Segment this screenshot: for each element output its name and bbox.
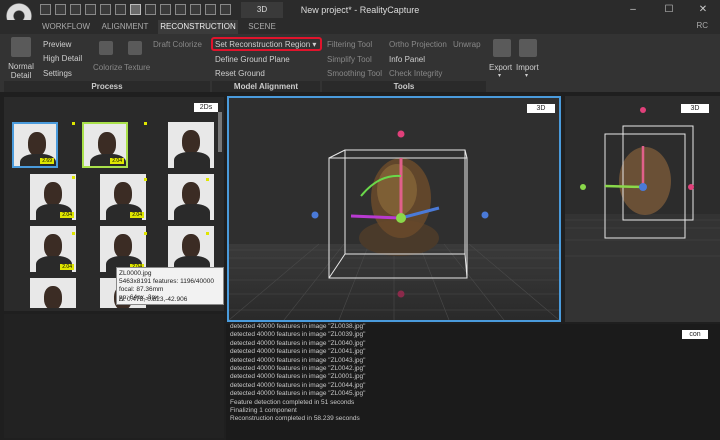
image-thumbnail[interactable]: 2.04: [82, 122, 128, 168]
thumbnail-marker: [144, 178, 147, 181]
console-line: detected 40000 features in image "ZL0039…: [230, 331, 366, 339]
tab-alignment[interactable]: ALIGNMENT: [98, 20, 152, 34]
minimize-icon[interactable]: –: [622, 2, 644, 18]
colorize-icon[interactable]: [99, 41, 113, 55]
region-handle-top[interactable]: [397, 130, 405, 138]
console-line: Reconstruction completed in 58.239 secon…: [230, 415, 360, 423]
thumbnail-label: 2.04: [60, 264, 74, 270]
info-panel-button[interactable]: Info Panel: [389, 55, 425, 64]
image-thumbnail[interactable]: 2.04: [100, 174, 146, 220]
normal-detail-button[interactable]: Normal Detail: [6, 62, 36, 80]
texture-button[interactable]: Texture: [124, 63, 150, 72]
filtering-tool-button[interactable]: Filtering Tool: [327, 40, 372, 49]
tooltip-line2: focal: 87.36mm: [119, 286, 164, 293]
thumbnail-marker: [72, 232, 75, 235]
colorize-button[interactable]: Colorize: [93, 63, 122, 72]
side-handle-left[interactable]: [580, 184, 586, 190]
side-handle-right[interactable]: [688, 184, 694, 190]
import-button[interactable]: Import: [516, 63, 539, 72]
viewport-side-scene[interactable]: [565, 96, 720, 322]
console-line: detected 40000 features in image "ZL0045…: [230, 390, 366, 398]
import-icon[interactable]: [519, 39, 537, 57]
define-ground-plane-button[interactable]: Define Ground Plane: [215, 55, 290, 64]
group-model-alignment: Model Alignment: [212, 81, 320, 92]
tooltip-name: ZL0000.jpg: [119, 270, 152, 277]
thumbnail-label: 2.04: [60, 212, 74, 218]
image-thumbnail[interactable]: 2.04: [100, 226, 146, 272]
check-integrity-button[interactable]: Check Integrity: [389, 69, 442, 78]
draft-colorize-button[interactable]: Draft Colorize: [153, 40, 202, 49]
region-handle-left[interactable]: [311, 211, 319, 219]
normal-detail-icon[interactable]: [11, 37, 31, 57]
texture-icon[interactable]: [128, 41, 142, 55]
viewport-3d-scene[interactable]: [229, 98, 559, 320]
image-thumbnail[interactable]: 2.04: [30, 226, 76, 272]
tooltip-line4: Δ: 0.478,-0.823,-42.906: [119, 296, 188, 303]
console-line: detected 40000 features in image "ZL0041…: [230, 348, 366, 356]
side-handle-top[interactable]: [640, 107, 646, 113]
thumbnail-marker: [72, 176, 75, 179]
smoothing-tool-button[interactable]: Smoothing Tool: [327, 69, 382, 78]
title-bar: 3D New project* - RealityCapture – ☐ ✕: [0, 0, 720, 29]
image-thumbnail[interactable]: 2.04: [30, 174, 76, 220]
import-dropdown-icon[interactable]: ▾: [525, 72, 528, 79]
window-title: New project* - RealityCapture: [300, 5, 420, 15]
console-line: detected 40000 features in image "ZL0042…: [230, 365, 366, 373]
console-line: Finalizing 1 component: [230, 407, 297, 415]
thumbnail-label: 2.04: [130, 212, 144, 218]
console-line: detected 40000 features in image "ZL0040…: [230, 339, 366, 347]
group-process: Process: [4, 81, 210, 92]
export-button[interactable]: Export: [489, 63, 512, 72]
user-initials: RC: [696, 21, 708, 30]
console-line: detected 40000 features in image "ZL0044…: [230, 381, 366, 389]
thumbnail-marker: [144, 122, 147, 125]
tab-scene[interactable]: SCENE: [243, 20, 281, 34]
app-window: 3D New project* - RealityCapture – ☐ ✕ W…: [0, 0, 720, 440]
ribbon-tabs: WORKFLOW ALIGNMENT RECONSTRUCTION SCENE: [0, 20, 720, 34]
settings-button[interactable]: Settings: [43, 69, 72, 78]
tab-reconstruction[interactable]: RECONSTRUCTION: [158, 20, 238, 34]
export-icon[interactable]: [493, 39, 511, 57]
unwrap-button[interactable]: Unwrap: [453, 40, 481, 49]
viewport-3d-side[interactable]: 3D: [565, 96, 720, 322]
image-thumbnail[interactable]: [168, 122, 214, 168]
console-line: detected 40000 features in image "ZL0038…: [230, 323, 366, 330]
region-handle-right[interactable]: [481, 211, 489, 219]
image-thumbnail[interactable]: 2.69: [12, 122, 58, 168]
console-panel: con detected 40000 features in image "ZL…: [226, 323, 720, 440]
viewport-3d-main[interactable]: 3D: [227, 96, 561, 322]
thumbnail-label: 2.04: [110, 158, 124, 164]
thumbnail-marker: [206, 232, 209, 235]
group-tools: Tools: [322, 81, 486, 92]
ortho-projection-button[interactable]: Ortho Projection: [389, 40, 447, 49]
export-dropdown-icon[interactable]: ▾: [498, 72, 501, 79]
highlight-annotation: [211, 37, 322, 51]
console-line: detected 40000 features in image "ZL0001…: [230, 373, 366, 381]
console-line: detected 40000 features in image "ZL0043…: [230, 356, 366, 364]
thumbnail-label: 2.69: [40, 158, 54, 164]
maximize-icon[interactable]: ☐: [658, 2, 680, 18]
preview-button[interactable]: Preview: [43, 40, 71, 49]
simplify-tool-button[interactable]: Simplify Tool: [327, 55, 372, 64]
thumbnail-marker: [206, 178, 209, 181]
thumbnail-marker: [144, 232, 147, 235]
viewport-side-badge[interactable]: 3D: [681, 104, 709, 113]
close-icon[interactable]: ✕: [692, 2, 714, 18]
high-detail-button[interactable]: High Detail: [43, 54, 82, 63]
thumbnail-marker: [72, 122, 75, 125]
console-log: detected 40000 features in image "ZL0038…: [226, 323, 686, 424]
reset-ground-button[interactable]: Reset Ground: [215, 69, 265, 78]
panel-empty: [4, 314, 224, 438]
panel-2ds-scrollbar[interactable]: [218, 112, 222, 152]
viewport-main-badge[interactable]: 3D: [527, 104, 555, 113]
panel-2ds-badge[interactable]: 2Ds: [194, 103, 218, 112]
image-thumbnail[interactable]: [30, 278, 76, 308]
console-line: Feature detection completed in 51 second…: [230, 398, 355, 406]
tooltip-line1: 5463x8191 features: 1196/40000: [119, 278, 214, 285]
region-handle-bottom[interactable]: [397, 290, 405, 298]
tab-workflow[interactable]: WORKFLOW: [40, 20, 92, 34]
